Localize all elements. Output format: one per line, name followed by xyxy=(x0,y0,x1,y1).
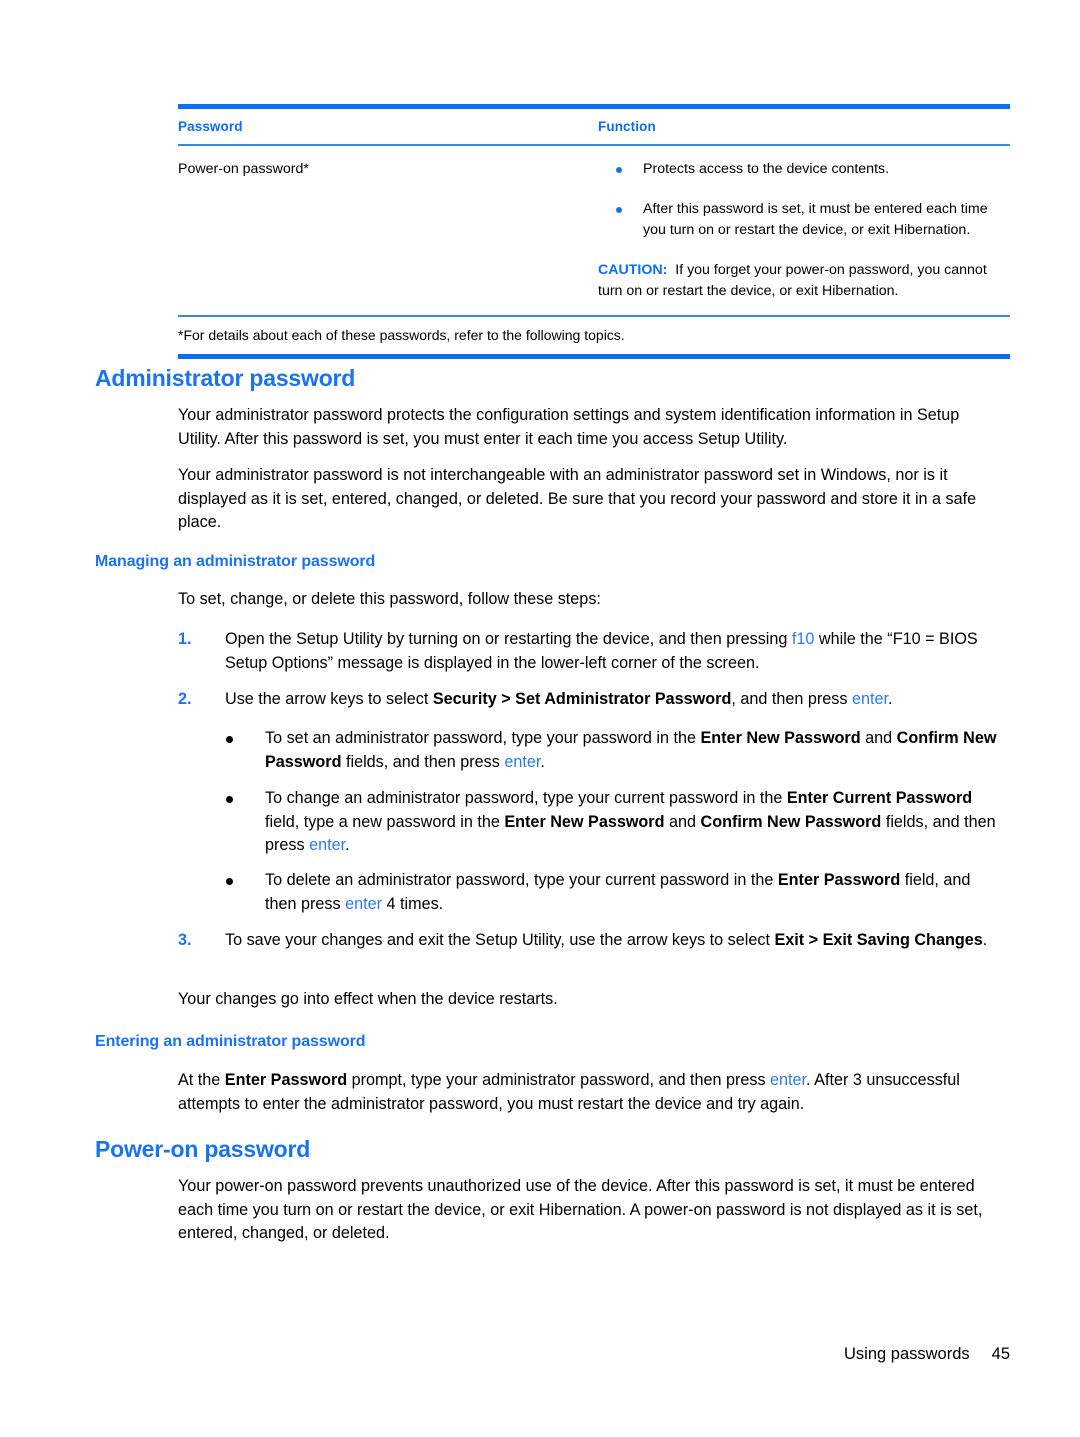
bullet1-part3: fields, and then press xyxy=(341,752,505,771)
step1-text-part1: Open the Setup Utility by turning on or … xyxy=(225,630,792,648)
heading-entering-administrator-password: Entering an administrator password xyxy=(95,1033,366,1050)
document-page: Password Function Power-on password* Pro… xyxy=(0,0,1080,1437)
caution-label: CAUTION: xyxy=(598,261,668,278)
bullet3-bold-enter-password: Enter Password xyxy=(777,871,901,889)
bullet2-bold-enter-current-password: Enter Current Password xyxy=(786,789,973,807)
table-header-row: Password Function xyxy=(178,109,1010,144)
bullet2-part2: field, type a new password in the xyxy=(265,812,505,831)
key-f10: f10 xyxy=(791,630,815,648)
footer-title: Using passwords xyxy=(844,1345,970,1363)
bullet2-bold-confirm-new-password: Confirm New Password xyxy=(700,812,882,831)
heading-administrator-password: Administrator password xyxy=(95,365,356,391)
bullet1-part1: To set an administrator password, type y… xyxy=(265,729,701,747)
ordered-list-item-3: 3. To save your changes and exit the Set… xyxy=(178,929,1000,953)
table-cell-function: Protects access to the device contents. … xyxy=(598,159,1010,303)
step2-bold-security-path: Security > Set Administrator Password xyxy=(432,690,732,708)
table-header-function-cell: Function xyxy=(598,118,1010,136)
entering-bold-enter-password: Enter Password xyxy=(224,1071,348,1089)
caution-note: CAUTION: If you forget your power-on pas… xyxy=(598,260,1010,303)
poweron-paragraph-1: Your power-on password prevents unauthor… xyxy=(178,1177,983,1243)
admin-paragraph-2: Your administrator password is not inter… xyxy=(178,466,977,532)
table-footnote: *For details about each of these passwor… xyxy=(178,326,625,343)
bullet-item-change-password: To change an administrator password, typ… xyxy=(225,787,1000,858)
table-header-password-cell: Password xyxy=(178,118,598,136)
list-number-2: 2. xyxy=(178,690,192,708)
key-enter: enter xyxy=(345,894,382,913)
step2-text-part3: . xyxy=(887,690,893,708)
ordered-list-item-1: 1. Open the Setup Utility by turning on … xyxy=(178,628,1000,675)
step3-text-part2: . xyxy=(982,931,988,949)
password-function-table: Password Function Power-on password* Pro… xyxy=(178,104,1010,359)
heading-power-on-password: Power-on password xyxy=(95,1136,311,1162)
footer-page-number: 45 xyxy=(991,1345,1010,1363)
managing-intro-text: To set, change, or delete this password,… xyxy=(178,590,601,608)
page-footer: Using passwords 45 xyxy=(0,1345,1010,1364)
bullet2-bold-enter-new-password: Enter New Password xyxy=(504,812,665,831)
step2-text-part1: Use the arrow keys to select xyxy=(225,690,433,708)
function-bullet: Protects access to the device contents. xyxy=(598,159,1010,181)
bullet1-part2: and xyxy=(860,729,897,747)
bullet1-part4: . xyxy=(540,752,545,771)
entering-paragraph: At the Enter Password prompt, type your … xyxy=(178,1069,1000,1116)
key-enter: enter xyxy=(851,690,888,708)
list-number-3: 3. xyxy=(178,931,192,949)
table-row: Power-on password* Protects access to th… xyxy=(178,146,1010,315)
list-number-1: 1. xyxy=(178,630,192,648)
bullet3-part3: 4 times. xyxy=(382,894,444,913)
managing-closing-text: Your changes go into effect when the dev… xyxy=(178,990,558,1008)
function-bullet: After this password is set, it must be e… xyxy=(598,199,1010,242)
bullet2-part1: To change an administrator password, typ… xyxy=(265,789,787,807)
bullet1-bold-enter-new-password: Enter New Password xyxy=(700,729,861,747)
bullet-item-set-password: To set an administrator password, type y… xyxy=(225,727,1000,774)
column-header-password: Password xyxy=(178,119,243,134)
bullet-item-delete-password: To delete an administrator password, typ… xyxy=(225,869,1000,916)
bullet3-part1: To delete an administrator password, typ… xyxy=(265,871,778,889)
entering-part2: prompt, type your administrator password… xyxy=(347,1071,771,1089)
bullet2-part3: and xyxy=(664,812,701,831)
key-enter: enter xyxy=(309,836,346,855)
table-bottom-rule xyxy=(178,353,1010,359)
ordered-list-item-2: 2. Use the arrow keys to select Security… xyxy=(178,688,1000,712)
key-enter: enter xyxy=(504,752,541,771)
key-enter: enter xyxy=(770,1071,807,1089)
step2-text-part2: , and then press xyxy=(731,690,852,708)
column-header-function: Function xyxy=(598,119,656,134)
heading-managing-administrator-password: Managing an administrator password xyxy=(95,553,376,570)
table-cell-password: Power-on password* xyxy=(178,161,309,177)
step3-bold-exit-path: Exit > Exit Saving Changes xyxy=(774,931,983,949)
entering-part1: At the xyxy=(178,1071,225,1089)
bullet2-part5: . xyxy=(345,836,350,855)
step3-text-part1: To save your changes and exit the Setup … xyxy=(225,931,775,949)
admin-paragraph-1: Your administrator password protects the… xyxy=(178,406,960,448)
